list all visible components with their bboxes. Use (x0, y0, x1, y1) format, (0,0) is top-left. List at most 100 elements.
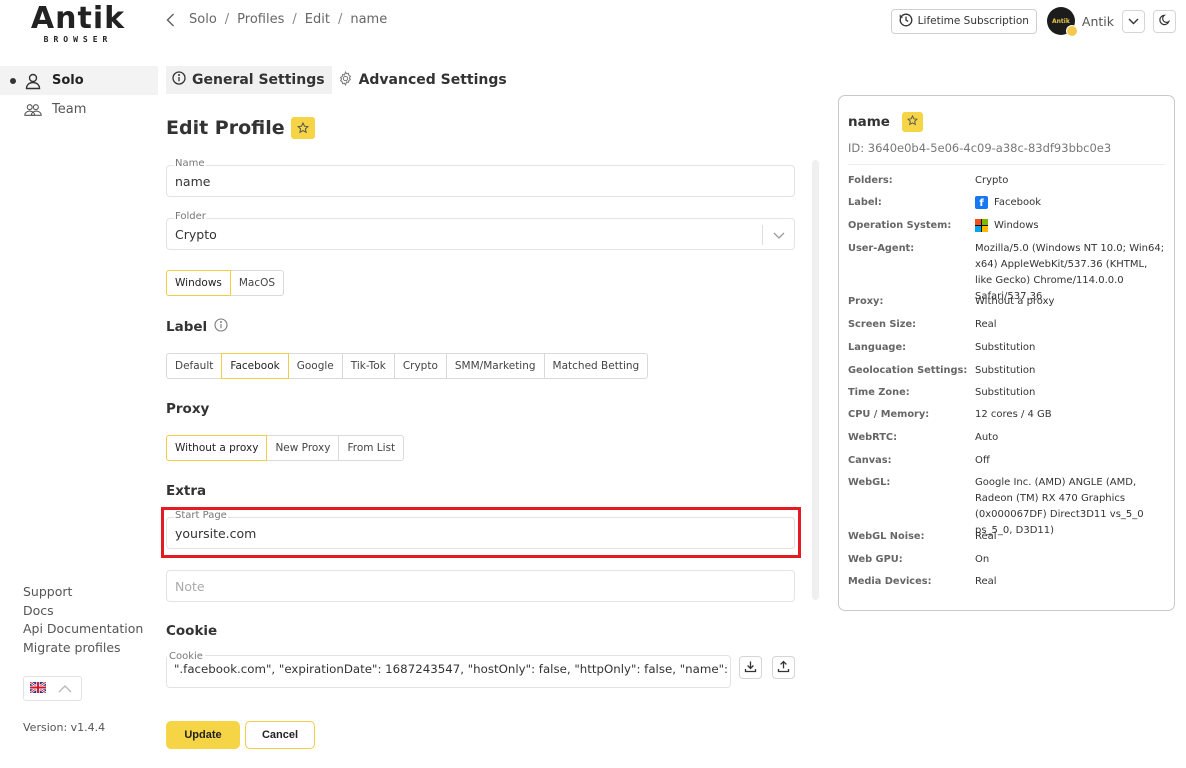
highlight-box (161, 507, 801, 558)
os-option-windows[interactable]: Windows (166, 270, 231, 296)
crown-badge-icon (1065, 25, 1078, 37)
label-option-tiktok[interactable]: Tik-Tok (341, 353, 395, 379)
summary-value: Crypto (975, 173, 1166, 189)
summary-key: WebRTC: (848, 432, 898, 443)
settings-tabs: General Settings Advanced Settings (166, 66, 514, 94)
label-title: Label (166, 319, 208, 335)
breadcrumb-solo[interactable]: Solo (189, 12, 217, 27)
cookie-section-title: Cookie (166, 623, 217, 639)
label-option-default[interactable]: Default (166, 353, 223, 379)
chevron-up-icon (58, 682, 72, 696)
cookie-import-button[interactable] (739, 656, 762, 679)
cookie-export-button[interactable] (772, 656, 795, 679)
summary-key: Proxy: (848, 296, 884, 307)
upload-icon (777, 660, 790, 676)
tab-general-settings[interactable]: General Settings (166, 66, 332, 94)
summary-value-text: Real (975, 576, 997, 587)
tab-label: General Settings (192, 72, 325, 88)
name-value: name (175, 174, 211, 189)
summary-divider (848, 164, 1165, 165)
summary-key: Screen Size: (848, 319, 917, 330)
download-icon (744, 660, 757, 676)
windows-icon (975, 219, 988, 232)
top-actions: Lifetime Subscription Antik Antik (890, 7, 1176, 37)
os-selector: Windows MacOS (166, 270, 285, 296)
label-option-matched-betting[interactable]: Matched Betting (543, 353, 649, 379)
theme-toggle-button[interactable] (1153, 9, 1176, 33)
sidebar-item-solo[interactable]: Solo (0, 66, 158, 95)
logo-subtitle: BROWSER (43, 35, 113, 44)
name-field[interactable]: Name name (166, 158, 795, 197)
extra-section-title: Extra (166, 483, 206, 499)
summary-value: Real (975, 529, 1166, 545)
subscription-button[interactable]: Lifetime Subscription (890, 8, 1037, 34)
summary-row-folders: Folders: Crypto (848, 173, 1166, 189)
summary-value: 12 cores / 4 GB (975, 407, 1166, 423)
breadcrumb-edit[interactable]: Edit (305, 12, 330, 27)
support-link[interactable]: Support (23, 583, 143, 602)
summary-value-text: Auto (975, 432, 999, 443)
summary-key: Web GPU: (848, 554, 903, 565)
folder-label: Folder (174, 211, 207, 222)
summary-key: WebGL Noise: (848, 531, 925, 542)
label-option-smm-marketing[interactable]: SMM/Marketing (445, 353, 545, 379)
proxy-option-from-list[interactable]: From List (338, 435, 405, 461)
label-selector: Default Facebook Google Tik-Tok Crypto S… (166, 353, 649, 379)
user-menu-button[interactable] (1122, 9, 1145, 33)
summary-key: Geolocation Settings: (848, 365, 968, 376)
update-button[interactable]: Update (166, 721, 240, 749)
summary-value-text: Substitution (975, 342, 1036, 353)
summary-value-text: Substitution (975, 365, 1036, 376)
summary-key: Label: (848, 197, 882, 208)
label-option-facebook[interactable]: Facebook (221, 353, 289, 379)
cookie-textarea[interactable]: ".facebook.com", "expirationDate": 16872… (166, 655, 731, 688)
summary-value: Without a proxy (975, 294, 1166, 310)
summary-row-time-zone: Time Zone: Substitution (848, 385, 1166, 401)
summary-row-canvas: Canvas: Off (848, 453, 1166, 469)
sidebar-item-label: Solo (52, 73, 84, 88)
summary-value-text: Real (975, 531, 997, 542)
summary-row-webgl-noise: WebGL Noise: Real (848, 529, 1166, 545)
sidebar: Antik BROWSER Solo Team Support Docs Api… (0, 0, 158, 768)
breadcrumb-profiles[interactable]: Profiles (237, 12, 284, 27)
note-input[interactable]: Note (166, 570, 795, 602)
docs-link[interactable]: Docs (23, 602, 143, 621)
logo[interactable]: Antik BROWSER (30, 1, 126, 45)
chevron-down-icon (762, 225, 794, 245)
facebook-icon: f (975, 196, 988, 209)
app-version: Version: v1.4.4 (23, 721, 106, 734)
label-option-google[interactable]: Google (287, 353, 343, 379)
summary-key: Media Devices: (848, 576, 932, 587)
avatar[interactable]: Antik (1046, 7, 1078, 37)
breadcrumb: Solo / Profiles / Edit / name (166, 12, 387, 27)
uk-flag-icon (29, 680, 47, 696)
summary-value: Off (975, 453, 1166, 469)
os-option-macos[interactable]: MacOS (229, 270, 285, 296)
summary-name-text: name (848, 114, 890, 130)
summary-row-screen-size: Screen Size: Real (848, 317, 1166, 333)
proxy-option-new[interactable]: New Proxy (266, 435, 340, 461)
summary-value-text: Off (975, 455, 990, 466)
summary-name: name (848, 112, 923, 132)
label-option-crypto[interactable]: Crypto (393, 353, 447, 379)
proxy-option-none[interactable]: Without a proxy (166, 435, 268, 461)
chevron-left-icon[interactable] (166, 12, 175, 27)
sidebar-item-team[interactable]: Team (0, 95, 158, 124)
api-docs-link[interactable]: Api Documentation (23, 620, 143, 639)
user-icon (24, 72, 42, 90)
summary-value: Windows (975, 218, 1166, 234)
migrate-profiles-link[interactable]: Migrate profiles (23, 639, 143, 658)
cancel-button[interactable]: Cancel (245, 721, 315, 749)
page-title-text: Edit Profile (166, 117, 285, 139)
info-icon[interactable] (214, 318, 228, 336)
language-selector[interactable] (23, 676, 82, 701)
logo-wordmark: Antik (30, 1, 126, 36)
folder-select[interactable]: Folder Crypto (166, 211, 795, 250)
form-scrollbar[interactable] (812, 160, 819, 600)
tab-advanced-settings[interactable]: Advanced Settings (332, 66, 514, 94)
user-name[interactable]: Antik (1082, 14, 1114, 29)
summary-value-text: Real (975, 319, 997, 330)
summary-value: Real (975, 574, 1166, 590)
favorite-star-button[interactable] (290, 117, 315, 139)
users-icon (24, 101, 42, 119)
